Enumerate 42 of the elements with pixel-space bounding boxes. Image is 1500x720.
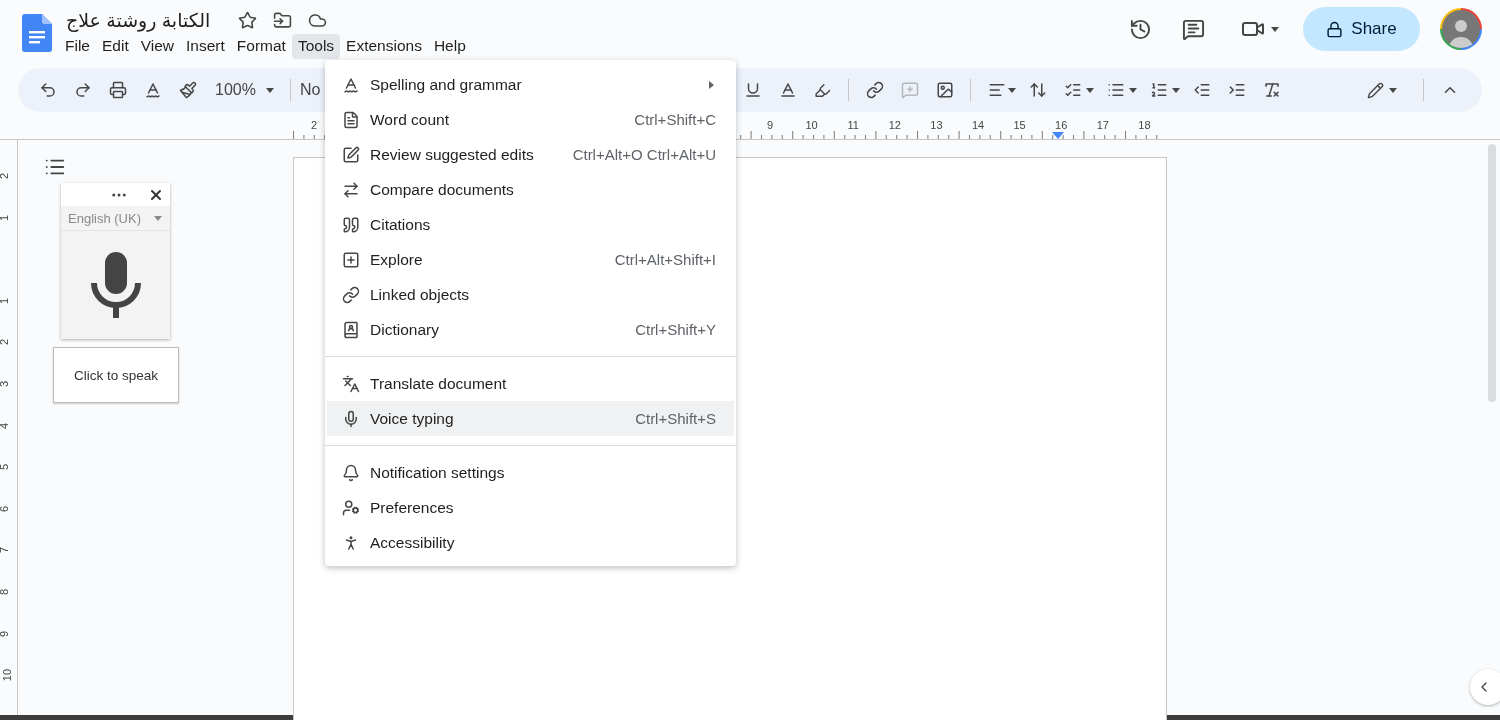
ruler-number: 8 bbox=[0, 588, 11, 596]
shortcut-text: Ctrl+Alt+Shift+I bbox=[614, 251, 716, 268]
menu-item-label: Translate document bbox=[370, 374, 507, 393]
ruler-number: 16 bbox=[1055, 119, 1068, 131]
menu-item-label: Preferences bbox=[370, 498, 454, 517]
shortcut-text: Ctrl+Alt+O Ctrl+Alt+U bbox=[572, 146, 716, 163]
ruler-number: 10 bbox=[1, 669, 14, 682]
ruler-number: 2 bbox=[0, 172, 11, 180]
ruler-number: 15 bbox=[1013, 119, 1026, 131]
ruler-number: 2 bbox=[0, 339, 11, 346]
menu-item-label: Review suggested edits bbox=[370, 145, 534, 164]
menu-item-label: Voice typing bbox=[370, 409, 454, 428]
ruler-number: 11 bbox=[847, 119, 859, 131]
ruler-number: 1 bbox=[0, 214, 11, 221]
tooltip-text: Click to speak bbox=[73, 367, 158, 383]
ruler-number: 2 bbox=[310, 119, 318, 131]
shortcut-text: Ctrl+Shift+S bbox=[635, 410, 716, 427]
ruler-number: 9 bbox=[0, 630, 11, 637]
menu-item-label: Accessibility bbox=[370, 533, 455, 552]
menu-item-label: Compare documents bbox=[370, 180, 514, 199]
menu-item-label: Dictionary bbox=[370, 320, 439, 339]
ruler-number: 12 bbox=[888, 119, 901, 131]
shortcut-text: Ctrl+Shift+C bbox=[634, 111, 716, 128]
menu-item-label: Citations bbox=[370, 215, 431, 234]
menu-item-label: Explore bbox=[370, 250, 423, 269]
ruler-number: 10 bbox=[805, 119, 818, 131]
ruler-number: 9 bbox=[766, 119, 774, 131]
ruler-number: 14 bbox=[971, 119, 985, 131]
shortcut-text: Ctrl+Shift+Y bbox=[635, 321, 716, 338]
menu-item-label: Linked objects bbox=[370, 285, 470, 304]
menu-item-label: Word count bbox=[370, 110, 449, 129]
ruler-number: 5 bbox=[0, 464, 11, 471]
ruler-number: 7 bbox=[0, 547, 11, 554]
ruler-number: 4 bbox=[0, 422, 11, 429]
menu-item-label: Spelling and grammar bbox=[370, 75, 522, 94]
ruler-number: 6 bbox=[0, 505, 11, 512]
ruler-number: 1 bbox=[0, 297, 11, 304]
ruler-number: 18 bbox=[1138, 119, 1151, 131]
ruler-number: 17 bbox=[1096, 119, 1109, 131]
menu-item-label: Notification settings bbox=[370, 463, 505, 482]
ruler-number: 3 bbox=[0, 380, 11, 388]
ruler-number: 13 bbox=[930, 119, 943, 131]
